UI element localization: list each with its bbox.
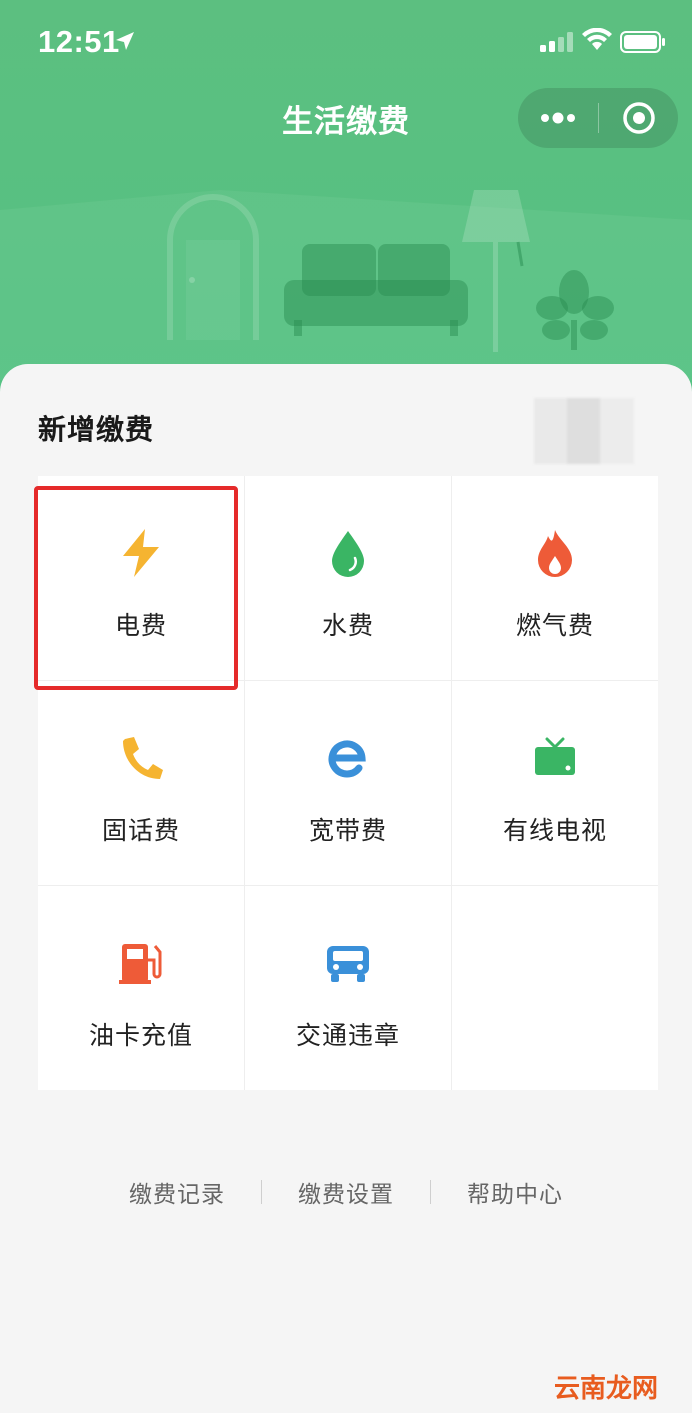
status-time: 12:51 [38, 24, 120, 59]
service-broadband[interactable]: 宽带费 [245, 681, 451, 885]
water-drop-icon [323, 528, 373, 578]
service-gas[interactable]: 燃气费 [452, 476, 658, 680]
service-label: 水费 [321, 611, 374, 640]
service-landline[interactable]: 固话费 [38, 681, 244, 885]
service-label: 燃气费 [515, 611, 594, 640]
close-target-icon [622, 102, 655, 134]
tv-icon [530, 733, 580, 783]
location-arrow-icon [116, 32, 134, 50]
more-button[interactable] [518, 88, 598, 148]
service-water[interactable]: 水费 [245, 476, 451, 680]
service-label: 宽带费 [308, 816, 387, 845]
watermark: 云南龙网 [553, 1374, 658, 1404]
service-fuel-card[interactable]: 油卡充值 [38, 886, 244, 1090]
status-bar: 12:51 [0, 0, 692, 80]
service-cable-tv[interactable]: 有线电视 [452, 681, 658, 885]
help-center-link[interactable]: 帮助中心 [431, 1175, 599, 1209]
broadband-e-icon [323, 733, 373, 783]
service-label: 固话费 [101, 816, 180, 845]
service-label: 电费 [114, 611, 167, 640]
fuel-pump-icon [116, 938, 166, 988]
living-room-illustration [0, 190, 692, 380]
payment-settings-link[interactable]: 缴费设置 [262, 1175, 430, 1209]
more-dots-icon [541, 112, 575, 124]
header-banner: 12:51 生活缴费 [0, 0, 692, 420]
flame-icon [530, 528, 580, 578]
close-button[interactable] [599, 88, 678, 148]
footer-links: 缴费记录 缴费设置 帮助中心 [0, 1172, 692, 1212]
service-electricity[interactable]: 电费 [38, 476, 244, 680]
lightning-icon [116, 528, 166, 578]
payment-records-link[interactable]: 缴费记录 [93, 1175, 261, 1209]
empty-tile [452, 886, 658, 1090]
service-label: 有线电视 [502, 816, 607, 845]
service-label: 油卡充值 [88, 1021, 193, 1050]
battery-icon [620, 31, 665, 53]
wifi-icon [582, 28, 612, 50]
section-title: 新增缴费 [38, 413, 155, 446]
car-icon [323, 938, 373, 988]
phone-icon [116, 733, 166, 783]
mini-program-capsule [518, 88, 678, 148]
service-label: 交通违章 [295, 1021, 400, 1050]
service-grid: 电费 水费 燃气费 固话费 宽带费 有线电视 油卡充值 交通违章 [38, 476, 658, 1090]
cellular-signal-icon [540, 32, 573, 52]
service-traffic-violation[interactable]: 交通违章 [245, 886, 451, 1090]
blurred-region [534, 398, 634, 464]
